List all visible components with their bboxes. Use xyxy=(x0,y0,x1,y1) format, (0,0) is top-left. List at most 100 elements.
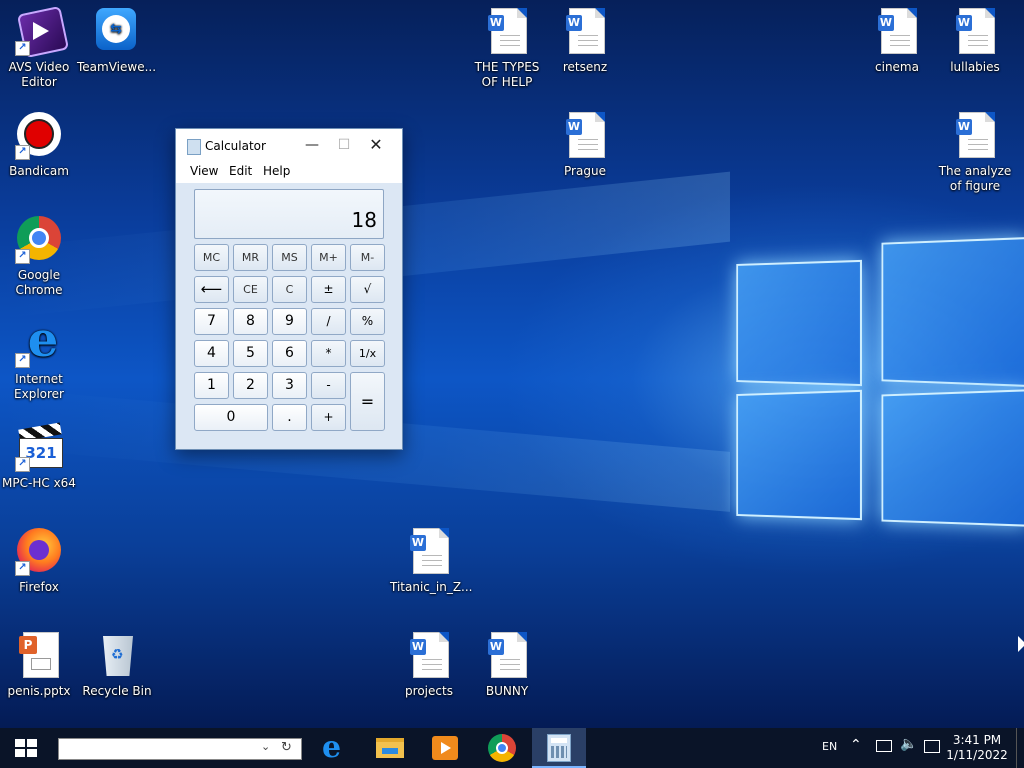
desktop-icon-label: Google Chrome xyxy=(15,268,63,297)
clock-time: 3:41 PM xyxy=(952,733,1002,747)
digit-1-button[interactable]: 1 xyxy=(194,372,229,399)
memory-store-button[interactable]: MS xyxy=(272,244,307,271)
start-button[interactable] xyxy=(0,728,52,768)
menu-help[interactable]: Help xyxy=(263,164,290,178)
show-desktop-button[interactable] xyxy=(1016,728,1024,768)
desktop-icon-label: cinema xyxy=(875,60,919,74)
desktop-icon-teamviewer[interactable]: ⇆ TeamViewe... xyxy=(77,8,156,75)
desktop-icon-label: projects xyxy=(405,684,453,698)
desktop-icon-lullabies[interactable]: W lullabies xyxy=(936,8,1014,75)
digit-5-button[interactable]: 5 xyxy=(233,340,268,367)
taskbar-edge[interactable]: e xyxy=(312,728,360,768)
taskbar-search-box[interactable]: ⌄ ↻ xyxy=(58,738,302,760)
word-document-icon: W xyxy=(561,112,609,160)
mouse-cursor-icon xyxy=(1018,636,1024,652)
add-button[interactable]: + xyxy=(311,404,346,431)
display-value: 18 xyxy=(351,208,377,232)
desktop-icon-firefox[interactable]: ↗ Firefox xyxy=(0,528,78,595)
multiply-button[interactable]: * xyxy=(311,340,346,367)
powerpoint-file-icon: P xyxy=(15,632,63,680)
digit-7-button[interactable]: 7 xyxy=(194,308,229,335)
windows-icon xyxy=(15,739,37,757)
desktop-icon-internet-explorer[interactable]: e ↗ Internet Explorer xyxy=(0,316,78,402)
menu-view[interactable]: View xyxy=(190,164,218,178)
calculator-icon xyxy=(547,734,571,762)
desktop-icon-label: Recycle Bin xyxy=(82,684,152,698)
subtract-button[interactable]: - xyxy=(311,372,346,399)
bandicam-icon: ↗ xyxy=(15,112,63,160)
chevron-up-icon[interactable]: ⌃ xyxy=(850,737,862,753)
digit-8-button[interactable]: 8 xyxy=(233,308,268,335)
volume-icon[interactable]: 🔈 xyxy=(900,736,917,752)
taskbar-chrome[interactable] xyxy=(478,728,526,768)
desktop-icon-avs-video-editor[interactable]: ↗ AVS Video Editor xyxy=(0,5,78,90)
desktop-icon-titanic[interactable]: W Titanic_in_Z... xyxy=(390,528,473,595)
calculator-body: 18 MC MR MS M+ M- ⟵ CE C ± √ 7 8 9 / % 4… xyxy=(176,183,402,449)
digit-4-button[interactable]: 4 xyxy=(194,340,229,367)
taskbar-media-player[interactable] xyxy=(420,728,468,768)
desktop-icon-penis-pptx[interactable]: P penis.pptx xyxy=(0,632,78,699)
digit-0-button[interactable]: 0 xyxy=(194,404,268,431)
file-explorer-icon xyxy=(376,738,404,758)
maximize-button[interactable]: ☐ xyxy=(332,135,356,155)
desktop-icon-mpc-hc[interactable]: 321 ↗ MPC-HC x64 xyxy=(0,422,78,491)
memory-add-button[interactable]: M+ xyxy=(311,244,346,271)
taskbar-calculator[interactable] xyxy=(532,728,586,768)
desktop-icon-retsenz[interactable]: W retsenz xyxy=(546,8,624,75)
backspace-button[interactable]: ⟵ xyxy=(194,276,229,303)
desktop-icon-label: THE TYPES OF HELP xyxy=(474,60,540,89)
refresh-icon[interactable]: ↻ xyxy=(281,740,292,755)
square-root-button[interactable]: √ xyxy=(350,276,385,303)
digit-3-button[interactable]: 3 xyxy=(272,372,307,399)
taskbar: ⌄ ↻ e EN ⌃ 🔈 3:41 PM 1/11/2022 xyxy=(0,728,1024,768)
desktop-icon-recycle-bin[interactable]: ♻ Recycle Bin xyxy=(78,632,156,699)
desktop-icon-label: penis.pptx xyxy=(7,684,71,698)
calculator-titlebar[interactable]: Calculator — ☐ ✕ xyxy=(176,129,402,161)
clear-button[interactable]: C xyxy=(272,276,307,303)
language-indicator[interactable]: EN xyxy=(822,740,837,753)
percent-button[interactable]: % xyxy=(350,308,385,335)
teamviewer-icon: ⇆ xyxy=(92,8,140,56)
taskbar-file-explorer[interactable] xyxy=(366,728,414,768)
digit-2-button[interactable]: 2 xyxy=(233,372,268,399)
desktop-icon-the-analyze-of-figure[interactable]: W The analyze of figure xyxy=(936,112,1014,194)
desktop-icon-projects[interactable]: W projects xyxy=(390,632,468,699)
windows-logo-pane xyxy=(736,389,862,521)
calculator-display: 18 xyxy=(194,189,384,239)
desktop-icon-the-types-of-help[interactable]: W THE TYPES OF HELP xyxy=(468,8,546,90)
desktop-icon-cinema[interactable]: W cinema xyxy=(858,8,936,75)
windows-logo-pane xyxy=(881,237,1024,387)
digit-6-button[interactable]: 6 xyxy=(272,340,307,367)
notification-icon[interactable] xyxy=(924,740,940,753)
divide-button[interactable]: / xyxy=(311,308,346,335)
desktop: ↗ AVS Video Editor ⇆ TeamViewe... ↗ Band… xyxy=(0,0,1024,728)
clear-entry-button[interactable]: CE xyxy=(233,276,268,303)
memory-recall-button[interactable]: MR xyxy=(233,244,268,271)
calculator-window[interactable]: Calculator — ☐ ✕ View Edit Help 18 MC MR… xyxy=(175,128,403,450)
avs-video-editor-icon: ↗ xyxy=(15,5,70,59)
minimize-button[interactable]: — xyxy=(300,135,324,155)
word-document-icon: W xyxy=(561,8,609,56)
network-icon[interactable] xyxy=(876,740,892,752)
memory-subtract-button[interactable]: M- xyxy=(350,244,385,271)
clock[interactable]: 3:41 PM 1/11/2022 xyxy=(944,733,1010,763)
menu-edit[interactable]: Edit xyxy=(229,164,252,178)
memory-clear-button[interactable]: MC xyxy=(194,244,229,271)
close-button[interactable]: ✕ xyxy=(364,135,388,155)
search-input[interactable] xyxy=(59,739,263,757)
desktop-icon-google-chrome[interactable]: ↗ Google Chrome xyxy=(0,216,78,298)
desktop-icon-bunny[interactable]: W BUNNY xyxy=(468,632,546,699)
desktop-icon-label: Internet Explorer xyxy=(14,372,64,401)
reciprocal-button[interactable]: 1/x xyxy=(350,340,385,367)
desktop-icon-bandicam[interactable]: ↗ Bandicam xyxy=(0,112,78,179)
decimal-button[interactable]: . xyxy=(272,404,307,431)
equals-button[interactable]: = xyxy=(350,372,385,431)
mpc-hc-icon: 321 ↗ xyxy=(15,422,63,472)
windows-logo-pane xyxy=(881,389,1024,527)
negate-button[interactable]: ± xyxy=(311,276,346,303)
word-document-icon: W xyxy=(483,632,531,680)
word-document-icon: W xyxy=(405,528,453,576)
chevron-down-icon[interactable]: ⌄ xyxy=(261,740,270,753)
digit-9-button[interactable]: 9 xyxy=(272,308,307,335)
desktop-icon-prague[interactable]: W Prague xyxy=(546,112,624,179)
